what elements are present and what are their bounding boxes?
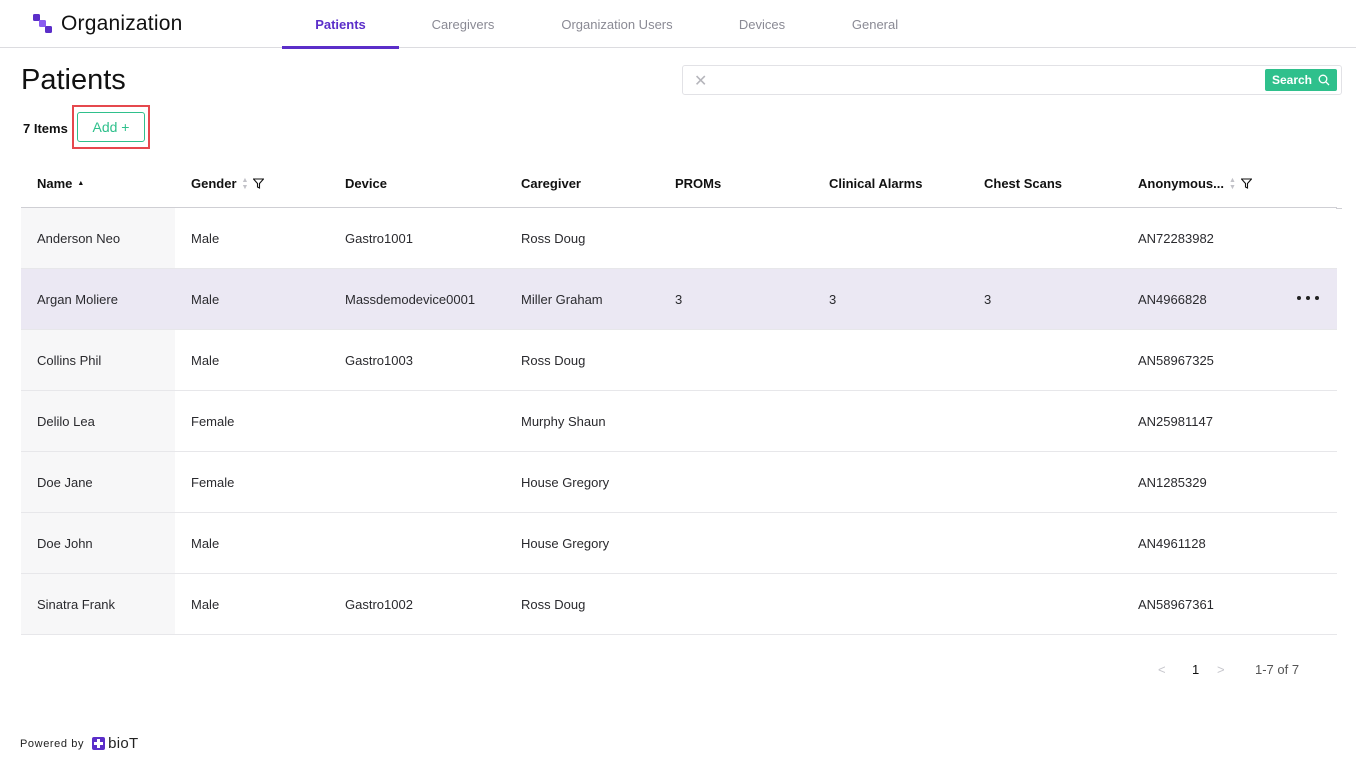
cell-anonymous-id: AN25981147	[1138, 414, 1213, 429]
column-header-proms[interactable]: PROMs	[675, 176, 721, 191]
patients-table: Name ▲ Gender ▲ ▼ Device Caregiver PROMs …	[21, 158, 1337, 635]
table-row[interactable]: Argan Moliere Male Massdemodevice0001 Mi…	[21, 269, 1337, 330]
cell-device: Massdemodevice0001	[345, 292, 476, 307]
cell-chest-scans: 3	[984, 292, 992, 307]
table-row[interactable]: Doe John Male House Gregory AN4961128	[21, 513, 1337, 574]
organization-logo-icon	[33, 14, 52, 33]
cell-name[interactable]: Anderson Neo	[37, 231, 120, 246]
cell-gender: Male	[191, 597, 220, 612]
table-row[interactable]: Delilo Lea Female Murphy Shaun AN2598114…	[21, 391, 1337, 452]
column-header-chest-scans[interactable]: Chest Scans	[984, 176, 1062, 191]
cell-gender: Male	[191, 536, 220, 551]
tab-devices[interactable]: Devices	[707, 0, 817, 48]
column-header-anonymous[interactable]: Anonymous... ▲ ▼	[1138, 176, 1252, 191]
next-page-icon[interactable]: >	[1217, 662, 1225, 677]
cell-anonymous-id: AN72283982	[1138, 231, 1214, 246]
cell-caregiver: House Gregory	[521, 536, 610, 551]
cell-gender: Male	[191, 292, 220, 307]
pagination-range: 1-7 of 7	[1255, 662, 1300, 677]
tab-general[interactable]: General	[817, 0, 933, 48]
column-header-device[interactable]: Device	[345, 176, 387, 191]
cell-name[interactable]: Collins Phil	[37, 353, 101, 368]
cell-anonymous-id: AN1285329	[1138, 475, 1207, 490]
cell-gender: Female	[191, 414, 235, 429]
cell-gender: Male	[191, 353, 220, 368]
tab-organization-users[interactable]: Organization Users	[527, 0, 707, 48]
brand-name: Organization	[61, 12, 183, 35]
cell-caregiver: Ross Doug	[521, 597, 586, 612]
search-button-label: Search	[1271, 73, 1313, 87]
cell-anonymous-id: AN58967325	[1138, 353, 1214, 368]
cell-clinical-alarms: 3	[829, 292, 837, 307]
column-header-caregiver[interactable]: Caregiver	[521, 176, 581, 191]
tab-caregivers[interactable]: Caregivers	[399, 0, 527, 48]
cell-anonymous-id: AN4966828	[1138, 292, 1207, 307]
cell-caregiver: Ross Doug	[521, 353, 586, 368]
column-header-clinical-alarms[interactable]: Clinical Alarms	[829, 176, 922, 191]
cell-device: Gastro1003	[345, 353, 413, 368]
filter-icon[interactable]	[1240, 178, 1252, 189]
cell-caregiver: Miller Graham	[521, 292, 603, 307]
top-bar: Organization Patients Caregivers Organiz…	[0, 0, 1356, 49]
cell-anonymous-id: AN4961128	[1138, 536, 1206, 551]
sort-icon[interactable]: ▲ ▼	[1229, 177, 1236, 191]
cell-name[interactable]: Argan Moliere	[37, 292, 118, 307]
cell-name[interactable]: Doe Jane	[37, 475, 93, 490]
previous-page-icon[interactable]: <	[1158, 662, 1166, 677]
table-row[interactable]: Collins Phil Male Gastro1003 Ross Doug A…	[21, 330, 1337, 391]
sort-icon[interactable]: ▲ ▼	[242, 177, 249, 191]
footer: Powered by bioT	[20, 735, 138, 752]
biot-cross-icon	[92, 737, 106, 750]
cell-caregiver: Ross Doug	[521, 231, 586, 246]
table-row[interactable]: Anderson Neo Male Gastro1001 Ross Doug A…	[21, 208, 1337, 269]
search-button[interactable]: Search	[1265, 69, 1337, 91]
page-number[interactable]: 1	[1192, 662, 1199, 677]
clear-search-icon[interactable]: ✕	[694, 71, 707, 91]
table-header-edge	[1336, 158, 1342, 209]
column-header-name[interactable]: Name ▲	[37, 176, 84, 191]
powered-by-text: Powered by	[20, 737, 85, 750]
table-row[interactable]: Sinatra Frank Male Gastro1002 Ross Doug …	[21, 574, 1337, 635]
cell-name[interactable]: Doe John	[37, 536, 93, 551]
biot-logo: bioT	[92, 735, 138, 752]
search-bar: ✕ Search	[682, 65, 1342, 95]
page-title: Patients	[21, 64, 126, 96]
sort-icon[interactable]: ▲	[77, 180, 84, 187]
cell-name[interactable]: Delilo Lea	[37, 414, 95, 429]
brand[interactable]: Organization	[33, 12, 182, 36]
filter-icon[interactable]	[253, 178, 265, 189]
search-icon	[1318, 74, 1330, 86]
cell-caregiver: Murphy Shaun	[521, 414, 606, 429]
table-row[interactable]: Doe Jane Female House Gregory AN1285329	[21, 452, 1337, 513]
biot-brand: bioT	[108, 735, 139, 752]
table-header: Name ▲ Gender ▲ ▼ Device Caregiver PROMs …	[21, 158, 1337, 208]
cell-name[interactable]: Sinatra Frank	[37, 597, 115, 612]
cell-device: Gastro1002	[345, 597, 413, 612]
tab-patients[interactable]: Patients	[282, 0, 399, 49]
row-actions-more-icon[interactable]	[1297, 291, 1319, 305]
column-header-gender[interactable]: Gender ▲ ▼	[191, 176, 265, 191]
add-patient-button[interactable]: Add +	[77, 112, 145, 142]
cell-anonymous-id: AN58967361	[1138, 597, 1214, 612]
search-input[interactable]	[717, 69, 1257, 91]
cell-gender: Male	[191, 231, 220, 246]
cell-device: Gastro1001	[345, 231, 413, 246]
cell-proms: 3	[675, 292, 683, 307]
main-tabs: Patients Caregivers Organization Users D…	[282, 0, 933, 49]
items-count: 7 Items	[23, 121, 68, 136]
cell-gender: Female	[191, 475, 235, 490]
cell-caregiver: House Gregory	[521, 475, 610, 490]
